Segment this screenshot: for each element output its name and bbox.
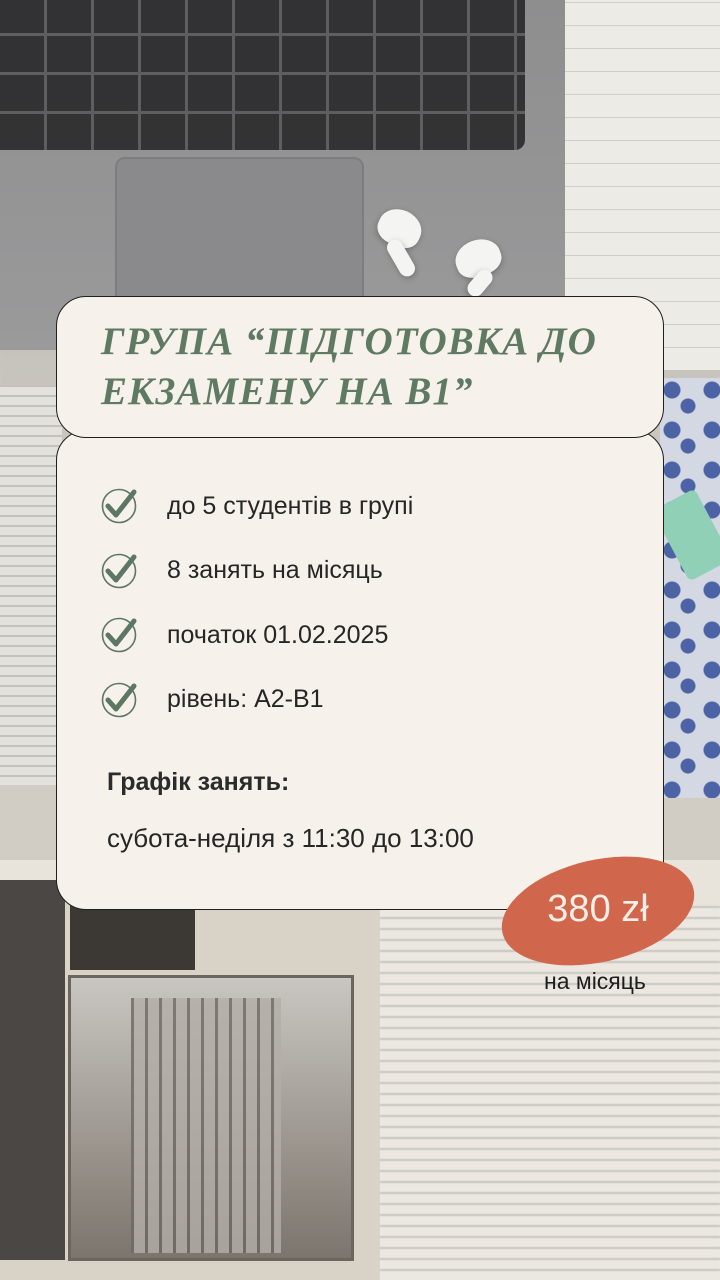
patterned-tile [660,378,720,798]
group-title-line-2: ЕКЗАМЕНУ НА B1” [101,370,474,413]
book-photo-dark [0,880,65,1260]
info-card: до 5 студентів в групі 8 занять на місяц… [56,430,664,910]
checkmark-icon [101,488,137,524]
feature-text: 8 занять на місяць [167,556,383,584]
checkmark-icon [101,553,137,589]
feature-text: початок 01.02.2025 [167,620,389,649]
group-title: ГРУПА “ПІДГОТОВКА ДО ЕКЗАМЕНУ НА B1” [101,317,619,417]
feature-item: початок 01.02.2025 [101,615,413,655]
price-badge: 380 zł [491,839,705,983]
checkmark-icon [101,682,137,718]
feature-item: рівень: А2-В1 [101,680,413,720]
feature-text: до 5 студентів в групі [167,491,414,520]
feature-item: до 5 студентів в групі [101,486,413,526]
feature-item: 8 занять на місяць [101,551,413,591]
group-title-line-1: ГРУПА “ПІДГОТОВКА ДО [101,320,597,363]
building-engraving-image [68,975,354,1261]
price-period: на місяць [544,968,646,994]
laptop-trackpad [115,157,364,311]
checkmark-icon [101,617,137,653]
laptop-keyboard [0,0,525,150]
newspaper-clipping [0,385,62,785]
schedule-text: субота-неділя з 11:30 до 13:00 [107,823,474,853]
price-value: 380 zł [547,888,649,930]
features-list: до 5 студентів в групі 8 занять на місяц… [101,486,413,744]
feature-text: рівень: А2-В1 [167,685,324,713]
schedule-heading: Графік занять: [107,768,290,796]
title-card: ГРУПА “ПІДГОТОВКА ДО ЕКЗАМЕНУ НА B1” [56,296,664,438]
